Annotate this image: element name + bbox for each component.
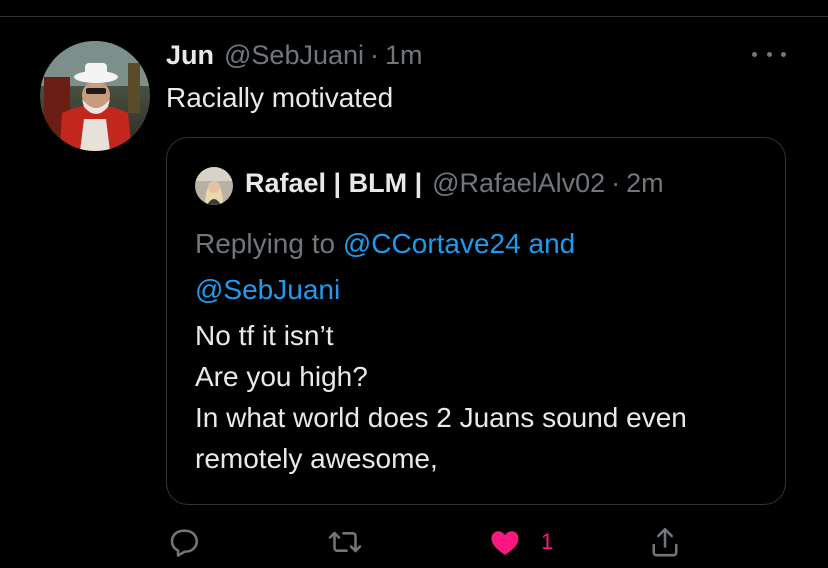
quoted-header: Rafael | BLM | @RafaelAlv02 · 2m [245,168,664,199]
tweet: Jun @SebJuani · 1m Racially motivated Ra… [0,0,828,568]
retweet-button[interactable] [327,520,363,564]
quoted-separator-dot: · [611,168,621,198]
author-name[interactable]: Jun [166,40,214,71]
mention-link[interactable]: @SebJuani [195,274,340,305]
separator-dot: · [370,40,380,70]
heart-icon [491,531,519,555]
reply-bubble-icon [170,529,199,557]
retweet-icon [328,531,362,553]
mention-link[interactable]: @CCortave24 [343,228,521,259]
like-count: 1 [541,529,554,554]
quoted-text-line: Are you high? [195,361,368,392]
quoted-text-line: remotely awesome, [195,443,438,474]
quoted-text-line: No tf it isn’t [195,320,334,351]
avatar[interactable] [40,41,150,151]
like-button[interactable]: 1 [487,520,553,564]
quoted-text: No tf it isn’t Are you high? In what wor… [195,315,775,479]
share-button[interactable] [647,520,683,564]
quoted-avatar[interactable] [195,167,233,205]
quoted-tweet[interactable]: Rafael | BLM | @RafaelAlv02 · 2m Replyin… [166,137,786,505]
action-bar: 1 [0,520,828,564]
quoted-text-line: In what world does 2 Juans sound even [195,402,687,433]
quoted-timestamp[interactable]: 2m [626,168,664,199]
share-icon [652,527,678,557]
replying-prefix: Replying to [195,228,336,259]
replying-and: and [528,228,576,259]
timestamp[interactable]: 1m [385,40,423,71]
tweet-text: Racially motivated [166,82,394,113]
quoted-author-name[interactable]: Rafael | BLM | [245,168,422,199]
replying-to: Replying to @CCortave24 and @SebJuani [195,221,775,313]
quoted-author-handle[interactable]: @RafaelAlv02 [432,168,605,199]
more-horizontal-icon[interactable] [752,44,786,64]
tweet-header: Jun @SebJuani · 1m [166,40,423,74]
reply-button[interactable] [166,520,202,564]
author-handle[interactable]: @SebJuani [224,40,364,71]
